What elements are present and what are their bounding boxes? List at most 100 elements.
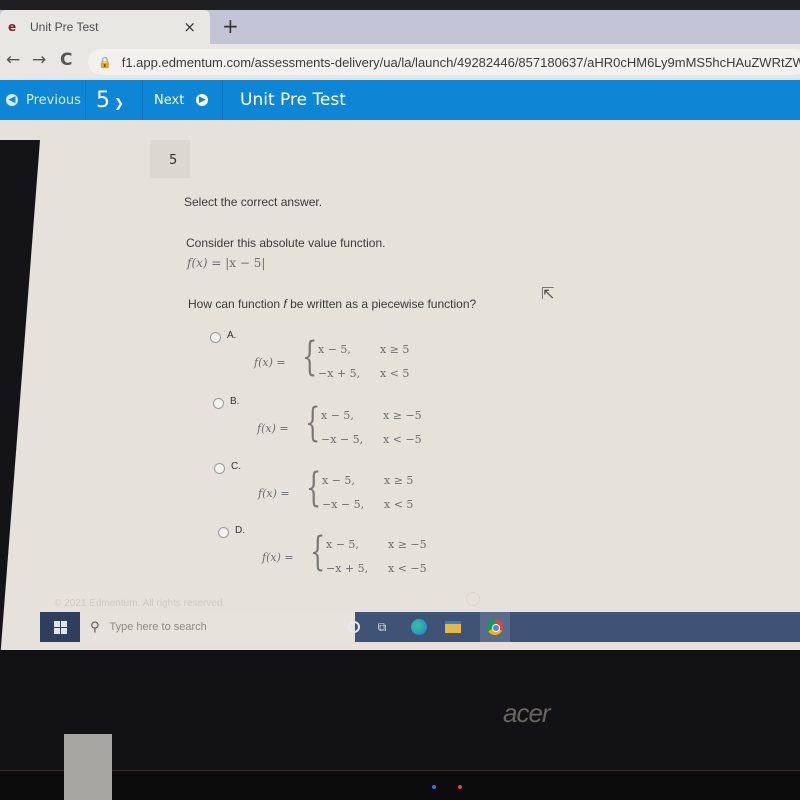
edmentum-favicon-icon: e [8, 20, 17, 34]
choice-letter: C. [231, 461, 241, 472]
power-led [432, 785, 436, 789]
next-button[interactable]: Next ▶ [143, 80, 223, 120]
search-icon: ⚲ [90, 619, 100, 635]
radio-button[interactable] [213, 398, 224, 409]
function-definition: f(x) = |x − 5| [187, 256, 265, 270]
assessment-nav-bar: ◀ Previous 5 ❯ Next ▶ Unit Pre Test [0, 80, 800, 120]
piece-expr: −x − 5, [321, 433, 364, 446]
left-brace-icon: { [302, 334, 318, 380]
question-text-pre: How can function [188, 297, 284, 311]
left-brace-icon: { [306, 465, 322, 511]
edge-button[interactable] [410, 618, 428, 636]
piece-row-1: x − 5, x ≥ −5 [321, 409, 422, 422]
brand-logo: acer [503, 698, 551, 728]
radio-button[interactable] [218, 527, 229, 538]
browser-toolbar: ← → C 🔒 f1.app.edmentum.com/assessments-… [0, 44, 800, 78]
choice-lhs: f(x) = [258, 487, 290, 500]
piece-row-2: −x − 5, x < −5 [321, 433, 422, 446]
loading-spinner-icon [466, 592, 480, 606]
choice-d[interactable]: D. f(x) = { x − 5, x ≥ −5 −x + 5, x < −5 [218, 525, 478, 589]
edge-icon [411, 619, 427, 635]
task-view-icon: ⧉ [377, 619, 387, 634]
piece-cond: x < 5 [380, 367, 410, 380]
window-top-edge [0, 0, 800, 10]
question-text-post: be written as a piecewise function? [286, 297, 477, 311]
address-bar[interactable]: 🔒 f1.app.edmentum.com/assessments-delive… [88, 49, 800, 75]
choice-a[interactable]: A. f(x) = { x − 5, x ≥ 5 −x + 5, x < 5 [210, 330, 470, 394]
piece-row-1: x − 5, x ≥ −5 [326, 538, 427, 551]
screen-bezel-edge [0, 140, 40, 650]
piece-expr: x − 5, [326, 538, 359, 551]
laptop-hinge [0, 770, 800, 800]
taskbar-search[interactable]: ⚲ Type here to search [80, 612, 355, 642]
lock-icon: 🔒 [98, 55, 112, 69]
piece-row-2: −x + 5, x < −5 [326, 562, 427, 575]
radio-button[interactable] [210, 332, 221, 343]
choice-b[interactable]: B. f(x) = { x − 5, x ≥ −5 −x − 5, x < −5 [213, 396, 473, 460]
assessment-title: Unit Pre Test [240, 90, 346, 110]
file-explorer-button[interactable] [444, 618, 462, 636]
piece-row-1: x − 5, x ≥ 5 [318, 343, 409, 356]
cortana-button[interactable] [345, 618, 363, 636]
piece-expr: x − 5, [321, 409, 354, 422]
mouse-cursor-icon: ⇱ [541, 284, 555, 303]
choice-letter: D. [235, 525, 245, 536]
previous-arrow-icon: ◀ [6, 94, 18, 106]
search-placeholder: Type here to search [109, 621, 207, 633]
piece-expr: −x − 5, [322, 498, 365, 511]
piece-expr: x − 5, [322, 474, 355, 487]
choice-letter: B. [230, 396, 240, 407]
piece-cond: x ≥ 5 [384, 474, 414, 487]
next-label: Next [154, 92, 185, 108]
left-brace-icon: { [310, 529, 326, 575]
windows-taskbar: ⚲ Type here to search ⧉ [40, 612, 800, 642]
next-arrow-icon: ▶ [196, 94, 209, 106]
choice-letter: A. [227, 330, 237, 341]
function-lhs: f(x) = [187, 256, 226, 270]
piece-cond: x ≥ −5 [383, 409, 422, 422]
cortana-icon [348, 621, 360, 633]
piece-row-2: −x + 5, x < 5 [318, 367, 409, 380]
file-explorer-icon [445, 621, 461, 633]
windows-start-icon [53, 620, 67, 634]
reload-icon[interactable]: C [60, 50, 72, 70]
back-arrow-icon[interactable]: ← [6, 50, 20, 70]
url-text: f1.app.edmentum.com/assessments-delivery… [121, 54, 800, 70]
piece-expr: −x + 5, [318, 367, 361, 380]
piece-cond: x < −5 [383, 433, 422, 446]
piece-cond: x < −5 [388, 562, 427, 575]
radio-button[interactable] [214, 463, 225, 474]
laptop-bezel: acer [0, 650, 800, 800]
left-brace-icon: { [305, 400, 321, 446]
close-tab-icon[interactable]: × [183, 18, 196, 36]
previous-button[interactable]: ◀ Previous [0, 80, 86, 120]
choice-c[interactable]: C. f(x) = { x − 5, x ≥ 5 −x − 5, x < 5 [214, 461, 474, 525]
choice-lhs: f(x) = [257, 422, 289, 435]
choice-lhs: f(x) = [262, 551, 294, 564]
new-tab-button[interactable]: + [222, 14, 239, 38]
tab-title: Unit Pre Test [30, 20, 99, 34]
piece-row-2: −x − 5, x < 5 [322, 498, 413, 511]
question-panel: 5 Select the correct answer. Consider th… [150, 140, 800, 600]
question-number: 5 [96, 87, 110, 113]
piece-cond: x ≥ −5 [388, 538, 427, 551]
forward-arrow-icon[interactable]: → [32, 50, 46, 70]
previous-label: Previous [26, 92, 81, 108]
laptop-screen: e Unit Pre Test × + ← → C 🔒 f1.app.edmen… [0, 0, 800, 650]
piece-cond: x ≥ 5 [380, 343, 410, 356]
instruction-text: Select the correct answer. [184, 195, 323, 209]
prompt-text: Consider this absolute value function. [186, 236, 386, 250]
status-led [458, 785, 462, 789]
chrome-icon [487, 619, 503, 635]
browser-tab-bar: e Unit Pre Test × + [0, 0, 800, 44]
question-selector[interactable]: 5 ❯ [86, 80, 143, 120]
question-text: How can function f be written as a piece… [188, 297, 476, 311]
task-view-button[interactable]: ⧉ [373, 618, 391, 636]
copyright-text: © 2021 Edmentum. All rights reserved. [54, 598, 226, 609]
choice-lhs: f(x) = [254, 356, 286, 369]
chrome-button[interactable] [480, 612, 510, 642]
piece-cond: x < 5 [384, 498, 414, 511]
chevron-down-icon: ❯ [114, 96, 125, 110]
start-button[interactable] [40, 612, 80, 642]
browser-tab[interactable]: e Unit Pre Test × [0, 10, 210, 44]
